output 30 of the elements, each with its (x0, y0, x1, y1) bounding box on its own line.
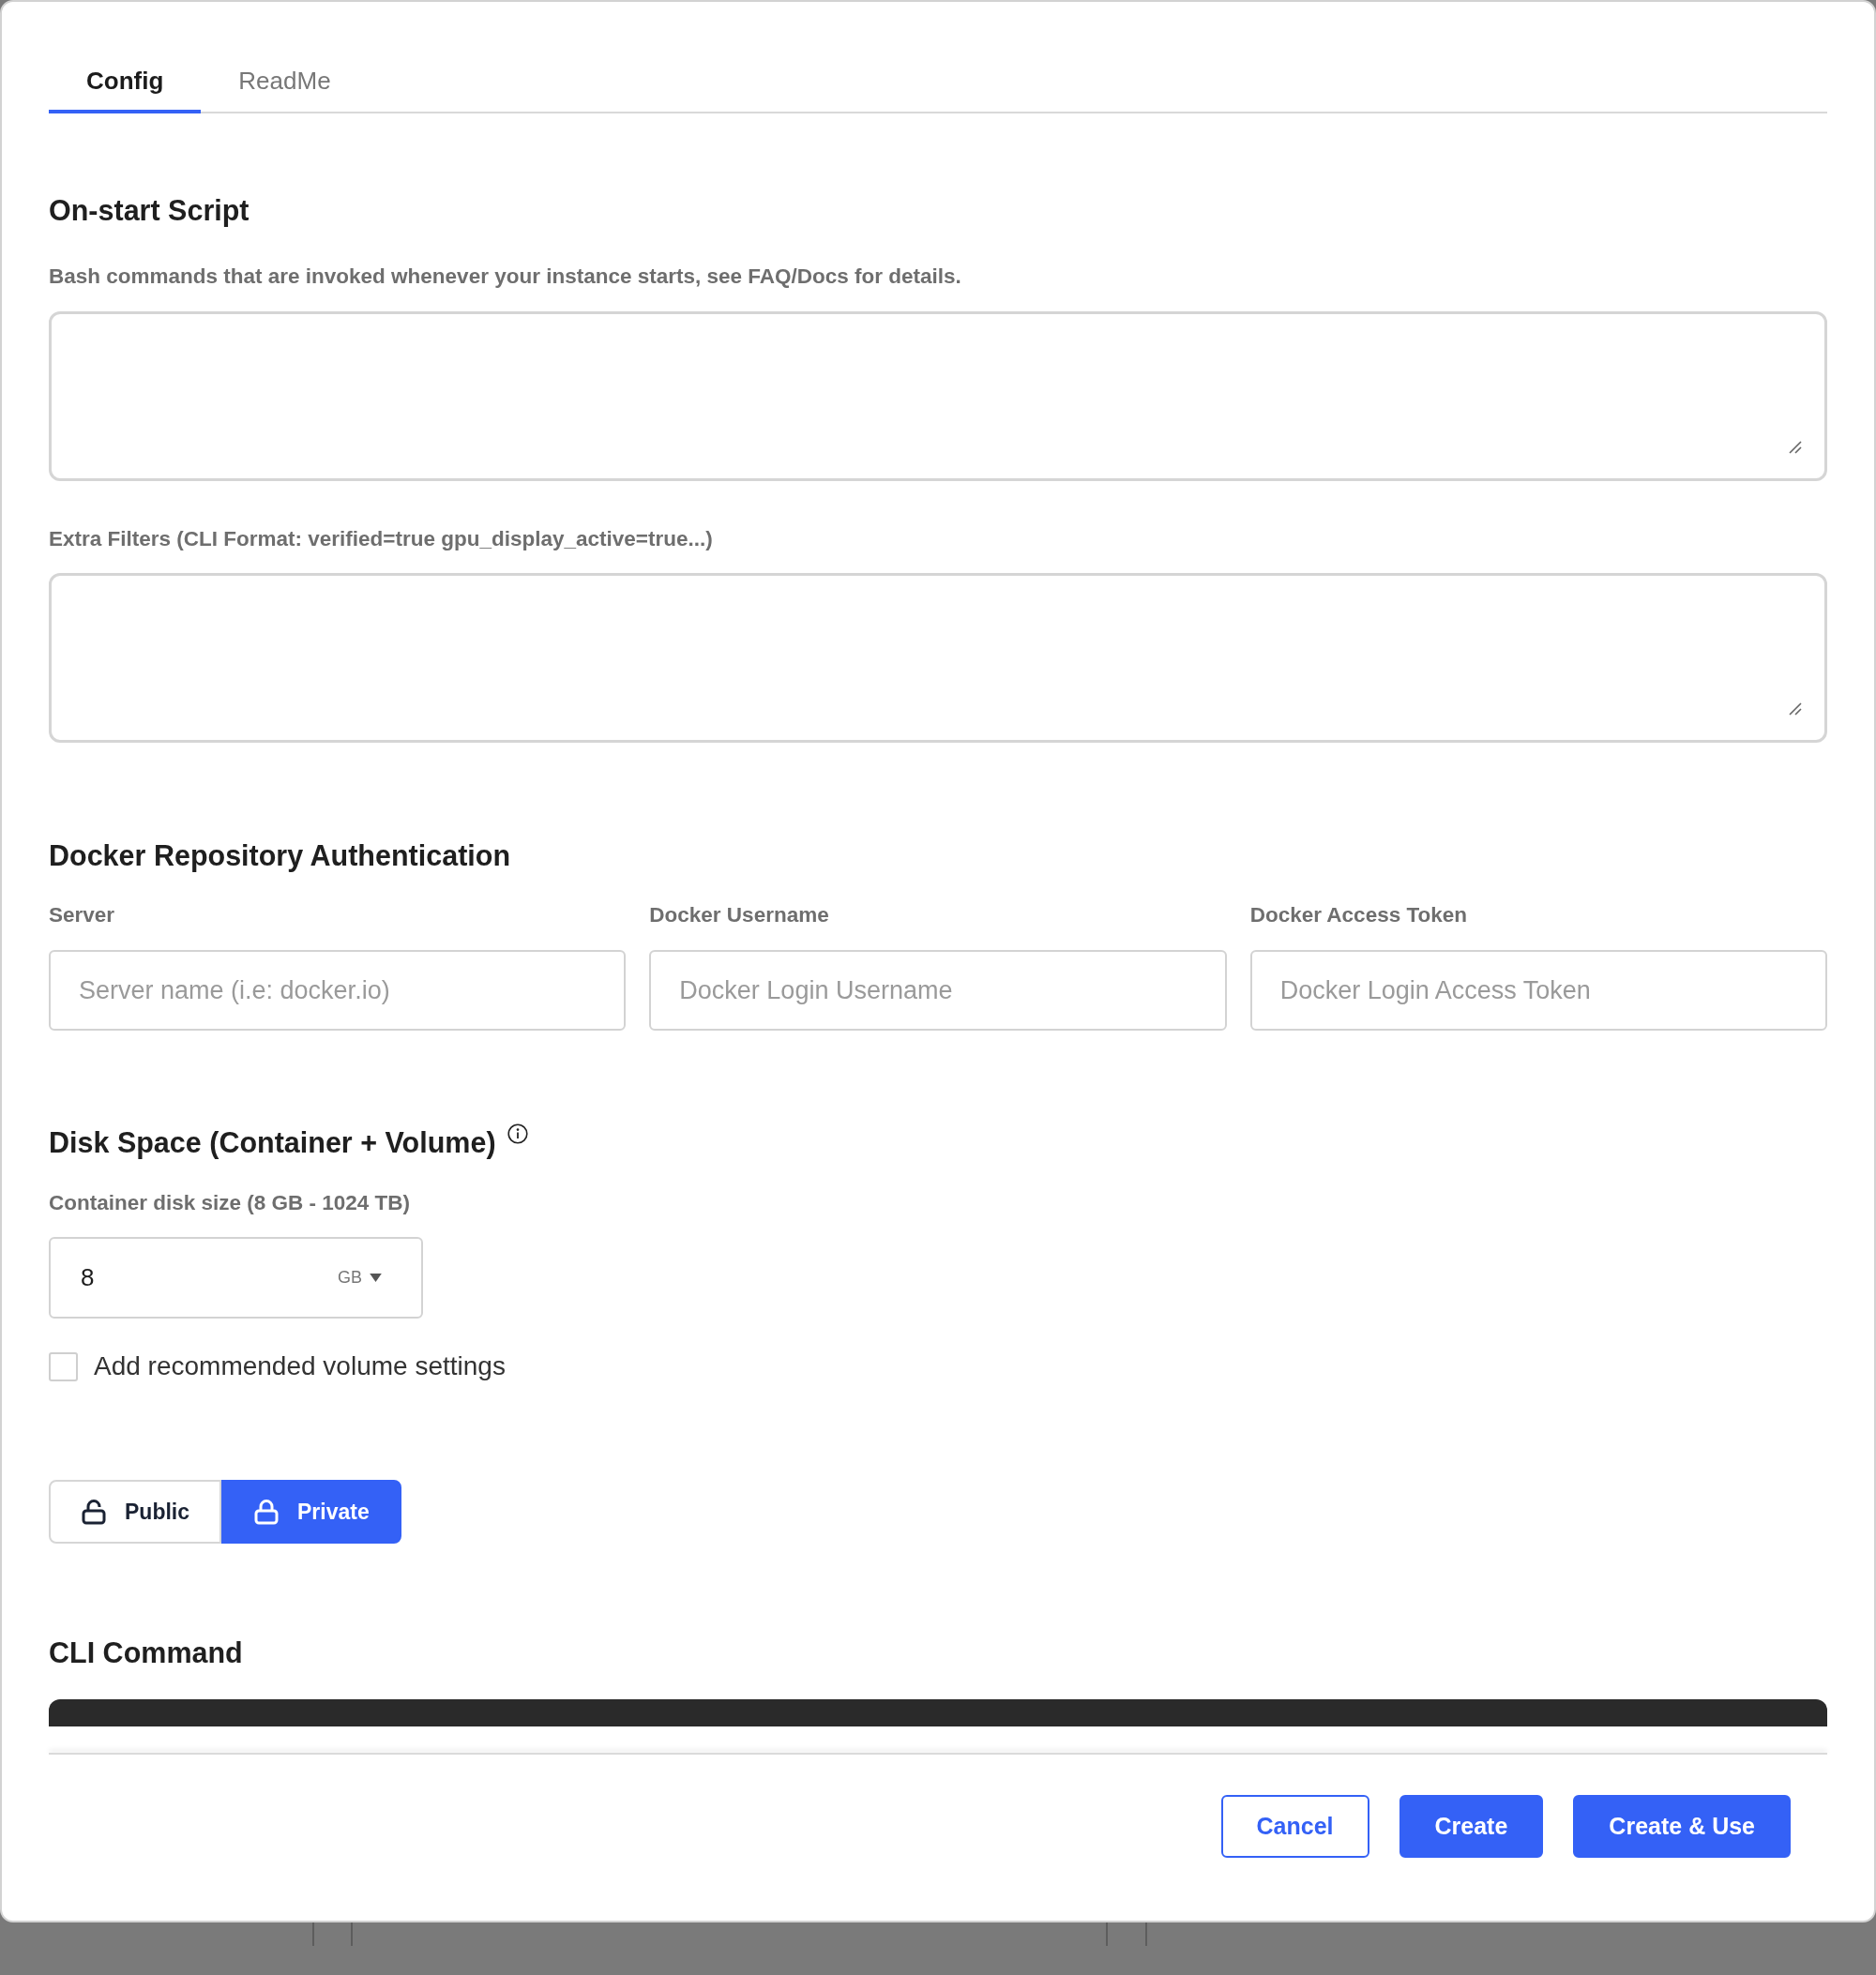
section-heading: CLI Command (49, 1636, 243, 1669)
field-label: Extra Filters (CLI Format: verified=true gpu_display_active=true...) (49, 527, 713, 551)
section-heading: On-start Script (49, 193, 250, 227)
caret-icon (370, 1274, 382, 1282)
unit-dropdown[interactable]: GB (338, 1264, 382, 1291)
unlocked-padlock-icon (82, 1499, 106, 1525)
field-label: Container disk size (8 GB - 1024 TB) (49, 1191, 411, 1215)
text-input[interactable]: Docker Login Access Token (1249, 950, 1827, 1031)
dialog-button[interactable]: Cancel (1220, 1795, 1369, 1858)
tab[interactable]: ReadMe (201, 53, 369, 113)
section-heading: Docker Repository Authentication (49, 838, 511, 872)
number-input[interactable]: 8 (81, 1263, 338, 1292)
resize-grip-icon[interactable] (1789, 441, 1802, 454)
info-icon[interactable] (507, 1123, 528, 1144)
resize-grip-icon[interactable] (1789, 702, 1802, 716)
text-input[interactable]: Docker Login Username (649, 950, 1227, 1031)
toggle-option[interactable]: Public (49, 1480, 221, 1544)
text-input[interactable]: Server name (i.e: docker.io) (49, 950, 627, 1031)
toggle-option[interactable]: Private (221, 1480, 401, 1544)
checkbox-label[interactable]: Add recommended volume settings (94, 1350, 506, 1382)
field-label: Docker Access Token (1249, 903, 1468, 927)
tab[interactable]: Config (49, 53, 202, 113)
dialog-button[interactable]: Create (1399, 1795, 1544, 1858)
section-heading: Disk Space (Container + Volume) (49, 1125, 496, 1159)
dialog-button[interactable]: Create & Use (1573, 1795, 1791, 1858)
field-label: Docker Username (649, 903, 829, 927)
field-description: Bash commands that are invoked whenever your instance starts, see FAQ/Docs for details. (49, 264, 961, 289)
field-label: Server (49, 903, 115, 927)
checkbox[interactable] (49, 1351, 78, 1381)
padlock-icon (254, 1499, 279, 1525)
